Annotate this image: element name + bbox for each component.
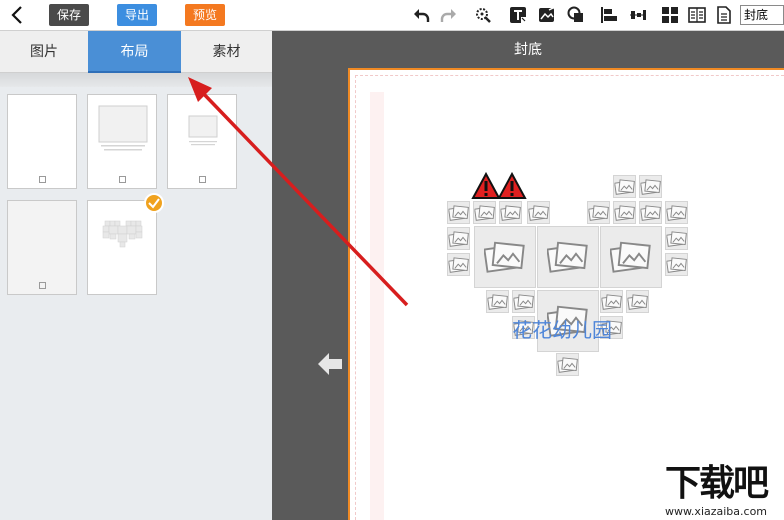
image-placeholder-icon — [666, 256, 687, 273]
page-marker-icon — [39, 176, 46, 183]
photo-placeholder[interactable] — [556, 353, 579, 376]
image-placeholder-icon — [640, 178, 661, 195]
photo-placeholder[interactable] — [447, 227, 470, 250]
photo-placeholder[interactable] — [613, 201, 636, 224]
watermark-url: www.xiazaiba.com — [664, 505, 768, 518]
tab-materials[interactable]: 素材 — [181, 31, 272, 73]
image-placeholder-icon — [487, 293, 508, 310]
photo-placeholder[interactable] — [447, 253, 470, 276]
redo-icon[interactable] — [440, 6, 458, 24]
image-placeholder-icon — [666, 204, 687, 221]
image-placeholder-icon — [610, 241, 651, 273]
photo-placeholder-large[interactable] — [600, 226, 662, 288]
layout-thumb-gray[interactable] — [7, 200, 77, 295]
grid-layout-icon[interactable] — [661, 6, 679, 24]
save-button[interactable]: 保存 — [49, 4, 90, 26]
edit-image-icon[interactable] — [538, 6, 556, 24]
layout-preview-icon — [98, 105, 148, 151]
layout-thumb-blank[interactable] — [7, 94, 77, 189]
photo-placeholder[interactable] — [613, 175, 636, 198]
watermark-logo: 下载吧 www.xiazaiba.com — [648, 462, 784, 520]
text-icon[interactable] — [509, 6, 527, 24]
image-placeholder-icon — [557, 356, 578, 373]
image-placeholder-icon — [448, 256, 469, 273]
title-text[interactable]: 花花幼儿园 — [512, 314, 632, 343]
distribute-icon[interactable] — [629, 6, 647, 24]
page-label: 封底 — [514, 42, 542, 58]
image-placeholder-icon — [448, 230, 469, 247]
shape-icon[interactable] — [567, 6, 585, 24]
image-placeholder-icon — [588, 204, 609, 221]
top-toolbar: 保存 导出 预览 封底 — [0, 0, 784, 31]
layout-thumb-small-photo[interactable] — [167, 94, 237, 189]
photo-placeholder[interactable] — [639, 175, 662, 198]
tab-divider — [0, 73, 272, 87]
single-page-icon[interactable] — [715, 6, 733, 24]
photo-placeholder-large[interactable] — [537, 226, 599, 288]
left-panel: 图片 布局 素材 — [0, 31, 272, 520]
page-select[interactable]: 封底 — [740, 5, 784, 25]
image-placeholder-icon — [614, 204, 635, 221]
image-placeholder-icon — [513, 293, 534, 310]
photo-placeholder[interactable] — [626, 290, 649, 313]
preview-button[interactable]: 预览 — [185, 4, 226, 26]
back-icon[interactable] — [8, 4, 28, 26]
photo-placeholder[interactable] — [512, 290, 535, 313]
tab-layout[interactable]: 布局 — [88, 31, 181, 73]
photo-placeholder[interactable] — [527, 201, 550, 224]
photo-placeholder[interactable] — [499, 201, 522, 224]
photo-placeholder[interactable] — [587, 201, 610, 224]
photo-placeholder-large[interactable] — [474, 226, 536, 288]
photo-placeholder[interactable] — [486, 290, 509, 313]
photo-placeholder[interactable] — [639, 201, 662, 224]
image-placeholder-icon — [627, 293, 648, 310]
warning-icon — [497, 171, 527, 200]
layout-thumb-large-photo[interactable] — [87, 94, 157, 189]
export-button[interactable]: 导出 — [117, 4, 158, 26]
image-placeholder-icon — [601, 293, 622, 310]
align-left-icon[interactable] — [600, 6, 618, 24]
panel-tabs: 图片 布局 素材 — [0, 31, 272, 73]
layout-preview-icon — [188, 115, 218, 146]
image-placeholder-icon — [666, 230, 687, 247]
image-placeholder-icon — [448, 204, 469, 221]
undo-icon[interactable] — [412, 6, 430, 24]
image-placeholder-icon — [484, 241, 525, 273]
layout-thumb-heart[interactable] — [87, 200, 157, 295]
photo-placeholder[interactable] — [473, 201, 496, 224]
photo-placeholder[interactable] — [665, 253, 688, 276]
image-placeholder-icon — [614, 178, 635, 195]
page-bleed-margin — [370, 92, 384, 520]
photo-placeholder[interactable] — [665, 227, 688, 250]
image-placeholder-icon — [474, 204, 495, 221]
tab-images[interactable]: 图片 — [0, 31, 88, 73]
magic-select-icon[interactable] — [474, 6, 492, 24]
page-marker-icon — [39, 282, 46, 289]
image-placeholder-icon — [640, 204, 661, 221]
two-page-icon[interactable] — [688, 6, 706, 24]
image-placeholder-icon — [500, 204, 521, 221]
prev-page-arrow-icon[interactable] — [316, 351, 344, 377]
page-marker-icon — [119, 176, 126, 183]
photo-placeholder[interactable] — [447, 201, 470, 224]
photo-placeholder[interactable] — [665, 201, 688, 224]
photo-placeholder[interactable] — [600, 290, 623, 313]
selected-check-icon — [144, 193, 164, 213]
image-placeholder-icon — [547, 241, 588, 273]
watermark-logo-text: 下载吧 — [664, 463, 769, 504]
page-marker-icon — [199, 176, 206, 183]
image-placeholder-icon — [528, 204, 549, 221]
